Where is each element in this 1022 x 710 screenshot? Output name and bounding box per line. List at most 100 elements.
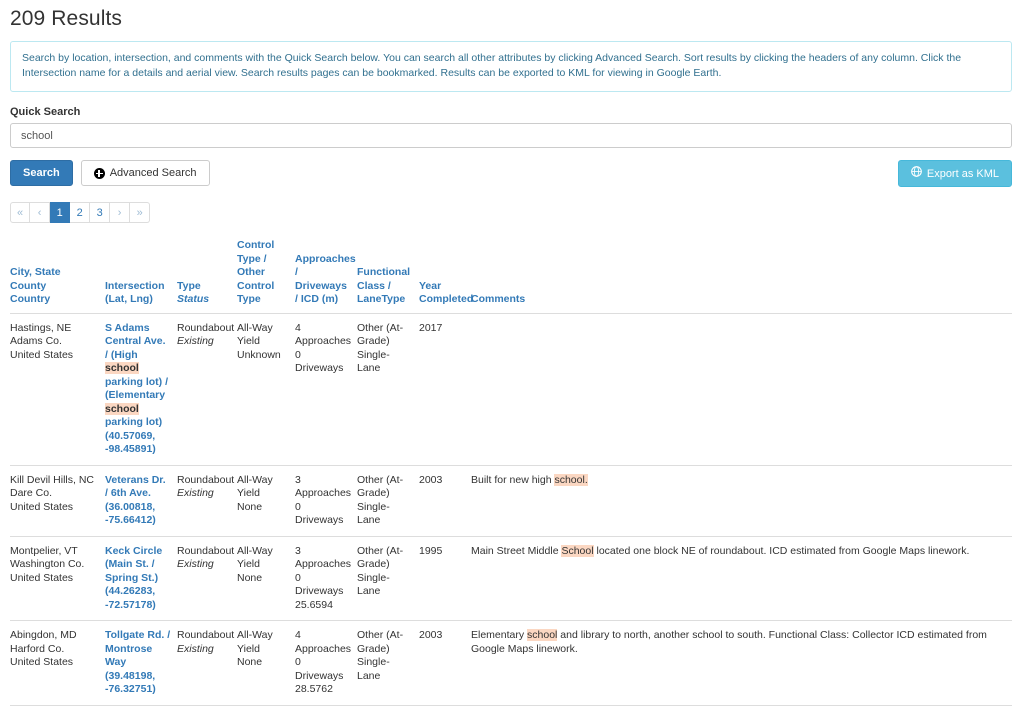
table-row: Kill Devil Hills, NC Dare Co. United State… xyxy=(10,464,1012,536)
intersection-link[interactable]: Keck Circle (Main St. / Spring St.) xyxy=(105,545,162,584)
header-line: Year xyxy=(419,279,442,292)
header-line: Completed xyxy=(419,293,474,305)
cell-city-state-county-country: Montpelier, VT Washington Co. United State… xyxy=(10,535,105,621)
pagination-prev[interactable]: ‹ xyxy=(30,202,51,223)
results-table-body: Hastings, NE Adams Co. United States S Adam… xyxy=(10,313,1012,710)
cell-approaches-driveways-icd: 4 Approaches 0 Driveways xyxy=(295,321,352,375)
header-line: Type xyxy=(237,293,261,305)
cell-functional-class-lanetype: Other (At-Grade)Single-Lane xyxy=(357,321,404,375)
status-text: Existing xyxy=(177,487,214,499)
pagination-page-1[interactable]: 1 xyxy=(50,202,71,223)
pagination-page-2[interactable]: 2 xyxy=(70,202,91,223)
header-line: Country xyxy=(10,293,51,305)
header-line: City, State xyxy=(10,266,61,278)
header-line: Control Type / xyxy=(237,239,275,265)
search-input[interactable] xyxy=(10,123,1012,148)
cell-city-state-county-country: Abingdon, MD Harford Co. United States xyxy=(10,620,105,705)
intersection-link[interactable]: Veterans Dr. / 6th Ave. xyxy=(105,474,166,500)
cell-type-status: RoundaboutExisting xyxy=(177,620,237,705)
pagination-last[interactable]: » xyxy=(130,202,151,223)
cell-comments: Curtis High School and Curtis Junior Hig… xyxy=(471,704,1012,710)
cell-control-type: All-Way Yield Unknown xyxy=(237,321,281,361)
action-button-row: Search Advanced Search Export as KML xyxy=(10,160,1012,187)
column-header-comments[interactable]: Comments xyxy=(471,239,1012,314)
cell-type-status: RoundaboutExisting xyxy=(177,321,235,348)
intersection-coordinates: (36.00818, -75.66412) xyxy=(105,500,156,527)
cell-functional-class-lanetype: Other (At-Grade)Single-Lane xyxy=(357,704,419,710)
header-line: Intersection xyxy=(105,279,165,292)
cell-intersection: Grandview Dr. / Olympic Blvd.(47.22100 xyxy=(105,704,177,710)
cell-type-status: RoundaboutExisting xyxy=(177,704,237,710)
advanced-search-button[interactable]: Advanced Search xyxy=(80,160,210,186)
table-row: University Place, WAPierce Co.United Sta… xyxy=(10,704,1012,710)
header-line: LaneType xyxy=(357,293,406,305)
cell-city-state-county-country: University Place, WAPierce Co.United Sta… xyxy=(10,704,105,710)
cell-control-type: All-WayYieldNone xyxy=(237,535,295,621)
pagination-page-3[interactable]: 3 xyxy=(90,202,111,223)
cell-type-status: RoundaboutExisting xyxy=(177,535,237,621)
cell-intersection: S Adams Central Ave. / (High school park… xyxy=(105,313,177,465)
cell-comments: Main Street Middle School located one bl… xyxy=(471,535,1012,621)
column-header-approaches[interactable]: Approaches / Driveways / ICD (m) xyxy=(295,239,357,314)
column-header-control-type[interactable]: Control Type / Other Control Type xyxy=(237,239,295,314)
intersection-coordinates: (40.57069, -98.45891) xyxy=(105,429,156,456)
table-row: Abingdon, MD Harford Co. United States Toll… xyxy=(10,620,1012,705)
header-line: Comments xyxy=(471,293,526,305)
status-text: Existing xyxy=(177,558,214,570)
header-line: County xyxy=(10,279,47,292)
cell-control-type: All-WayYieldNone xyxy=(237,464,295,536)
pagination-first[interactable]: « xyxy=(10,202,31,223)
search-highlight: school xyxy=(527,629,558,641)
pagination: « ‹ 1 2 3 › » xyxy=(10,202,1012,223)
cell-comments: Built for new high school. xyxy=(471,464,1012,536)
icd-value: 28.5762 xyxy=(295,683,333,695)
export-kml-label: Export as KML xyxy=(926,167,999,180)
status-text: Existing xyxy=(177,642,214,655)
header-line: Approaches / Driveways xyxy=(295,252,356,292)
pagination-next[interactable]: › xyxy=(110,202,131,223)
info-alert: Search by location, intersection, and co… xyxy=(10,41,1012,92)
cell-intersection: Keck Circle (Main St. / Spring St.) (44.2… xyxy=(105,535,177,621)
cell-type-status: RoundaboutExisting xyxy=(177,464,237,536)
plus-circle-icon xyxy=(93,167,105,179)
header-line-status: Status xyxy=(177,293,210,305)
cell-year-completed: 2017 xyxy=(419,321,443,334)
cell-city-state-county-country: Hastings, NE Adams Co. United States xyxy=(10,321,74,361)
cell-functional-class-lanetype: Other (At-Grade)Single-Lane xyxy=(357,620,419,705)
status-text: Existing xyxy=(177,335,214,347)
header-line: / ICD (m) xyxy=(295,293,339,305)
column-header-functional-class[interactable]: Functional Class / LaneType xyxy=(357,239,419,314)
column-header-intersection[interactable]: Intersection (Lat, Lng) xyxy=(105,239,177,314)
column-header-year-completed[interactable]: Year Completed xyxy=(419,239,474,314)
column-header-type[interactable]: Type Status xyxy=(177,239,237,314)
intersection-link[interactable]: Tollgate Rd. / Montrose Way xyxy=(105,629,170,668)
advanced-search-label: Advanced Search xyxy=(109,167,197,179)
intersection-link[interactable]: S Adams Central Ave. / (High school park… xyxy=(105,322,168,428)
cell-approaches-driveways-icd: 3 Approaches 0 Driveways xyxy=(295,464,357,536)
column-header-city[interactable]: City, State County Country xyxy=(10,239,105,314)
cell-city-state-county-country: Kill Devil Hills, NC Dare Co. United State… xyxy=(10,464,105,536)
search-button[interactable]: Search xyxy=(10,160,73,186)
quick-search-group: Quick Search xyxy=(10,106,1012,148)
cell-control-type: All-WayYieldNone xyxy=(237,704,295,710)
results-page: 209 Results Search by location, intersec… xyxy=(0,7,1022,710)
cell-year-completed: 2003 xyxy=(419,620,471,705)
intersection-coordinates: (39.48198, -76.32751) xyxy=(105,669,156,696)
page-title: 209 Results xyxy=(10,7,122,30)
cell-year-completed: 2003 xyxy=(419,464,471,536)
table-row: Montpelier, VT Washington Co. United State… xyxy=(10,535,1012,621)
search-highlight: school. xyxy=(554,473,588,486)
header-line: (Lat, Lng) xyxy=(105,293,153,305)
header-line: Functional Class / xyxy=(357,266,411,292)
cell-functional-class-lanetype: Other (At-Grade)Single-Lane xyxy=(357,464,419,536)
results-table: City, State County Country Intersection … xyxy=(10,239,1012,710)
cell-approaches-driveways-icd: 4 Approaches 0 Driveways 28.5762 xyxy=(295,620,357,705)
cell-comments: Elementary school and library to north, … xyxy=(471,620,1012,705)
header-line: Type xyxy=(177,279,201,292)
search-highlight: school xyxy=(105,362,139,374)
cell-functional-class-lanetype: Other (At-Grade)Single-Lane xyxy=(357,535,419,621)
globe-icon xyxy=(910,166,922,181)
quick-search-label: Quick Search xyxy=(10,106,81,118)
export-kml-button[interactable]: Export as KML xyxy=(897,160,1012,187)
table-header-row: City, State County Country Intersection … xyxy=(10,239,1012,314)
